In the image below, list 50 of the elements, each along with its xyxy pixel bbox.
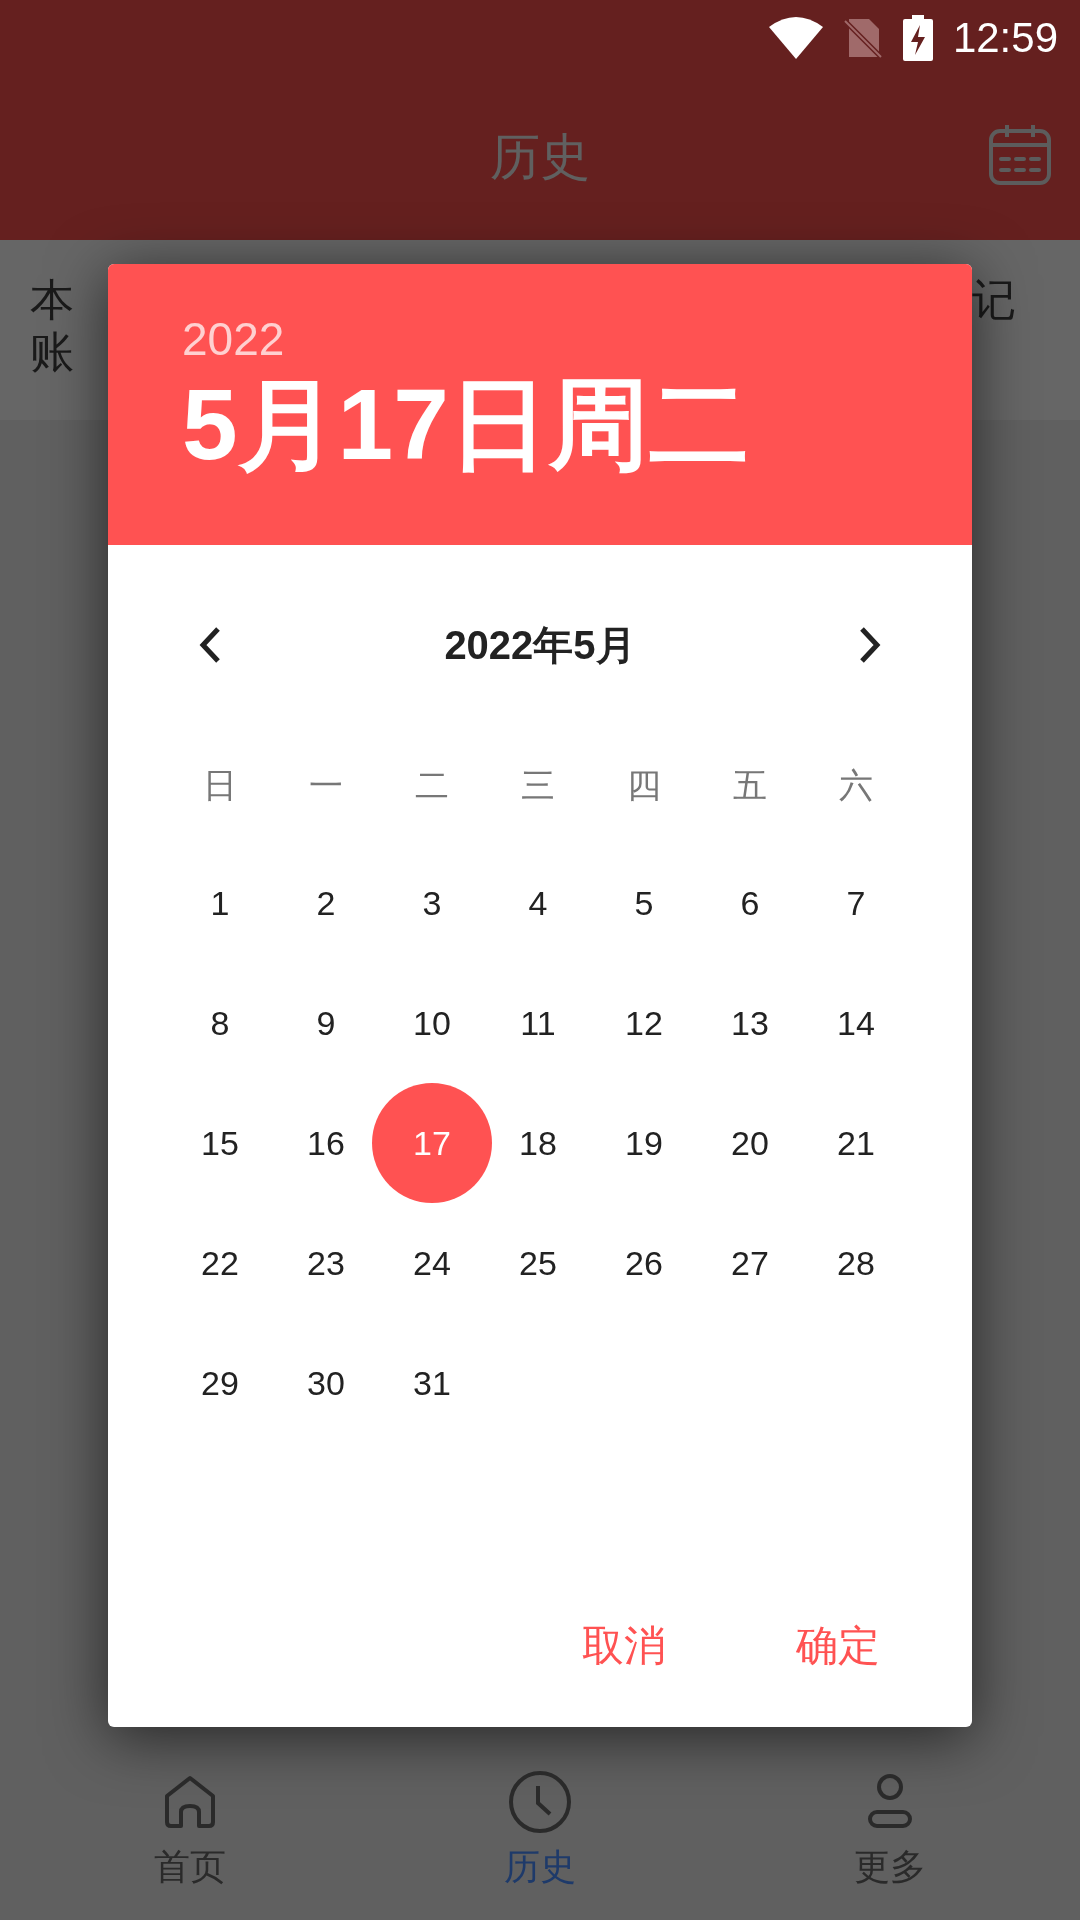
- weekday-label: 日: [203, 764, 237, 806]
- day-button[interactable]: 19: [594, 1093, 694, 1193]
- day-button[interactable]: 23: [276, 1213, 376, 1313]
- app-bar-title: 历史: [490, 128, 590, 187]
- selected-date-heading: 5月17日周二: [182, 367, 749, 482]
- day-button[interactable]: 8: [170, 973, 270, 1073]
- day-button[interactable]: 1: [170, 853, 270, 953]
- day-button[interactable]: 28: [806, 1213, 906, 1313]
- day-button[interactable]: 14: [806, 973, 906, 1073]
- day-button[interactable]: 5: [594, 853, 694, 953]
- day-button[interactable]: 13: [700, 973, 800, 1073]
- day-button[interactable]: 31: [382, 1333, 482, 1433]
- day-button[interactable]: 11: [488, 973, 588, 1073]
- day-button[interactable]: 26: [594, 1213, 694, 1313]
- day-button[interactable]: 10: [382, 973, 482, 1073]
- day-button[interactable]: 30: [276, 1333, 376, 1433]
- weekday-label: 六: [839, 764, 873, 806]
- weekday-label: 五: [733, 764, 767, 806]
- previous-month-icon[interactable]: [198, 625, 222, 665]
- month-year-label: 2022年5月: [444, 622, 636, 669]
- day-button[interactable]: 21: [806, 1093, 906, 1193]
- day-button[interactable]: 9: [276, 973, 376, 1073]
- clock-time: 12:59: [952, 13, 1058, 63]
- content-text: 记: [972, 274, 1016, 326]
- day-button[interactable]: 22: [170, 1213, 270, 1313]
- day-button[interactable]: 25: [488, 1213, 588, 1313]
- day-button[interactable]: 27: [700, 1213, 800, 1313]
- day-button[interactable]: 6: [700, 853, 800, 953]
- day-button[interactable]: 7: [806, 853, 906, 953]
- day-button[interactable]: 2: [276, 853, 376, 953]
- home-icon: [163, 1774, 217, 1830]
- next-month-icon[interactable]: [858, 625, 882, 665]
- day-button[interactable]: 4: [488, 853, 588, 953]
- battery-charging-icon: [902, 14, 933, 61]
- wifi-icon: [768, 16, 823, 59]
- day-button[interactable]: 12: [594, 973, 694, 1073]
- weekday-label: 三: [521, 764, 555, 806]
- content-text: 账: [30, 327, 74, 376]
- content-text: 本: [30, 274, 74, 326]
- person-icon: [867, 1774, 913, 1830]
- weekday-label: 二: [415, 764, 449, 806]
- day-button[interactable]: 20: [700, 1093, 800, 1193]
- weekday-label: 一: [309, 764, 343, 806]
- day-button[interactable]: 3: [382, 853, 482, 953]
- weekday-label: 四: [627, 764, 661, 806]
- day-button[interactable]: 15: [170, 1093, 270, 1193]
- day-button[interactable]: 29: [170, 1333, 270, 1433]
- day-button[interactable]: 24: [382, 1213, 482, 1313]
- clock-icon: [508, 1770, 572, 1834]
- no-sim-icon: [842, 16, 883, 59]
